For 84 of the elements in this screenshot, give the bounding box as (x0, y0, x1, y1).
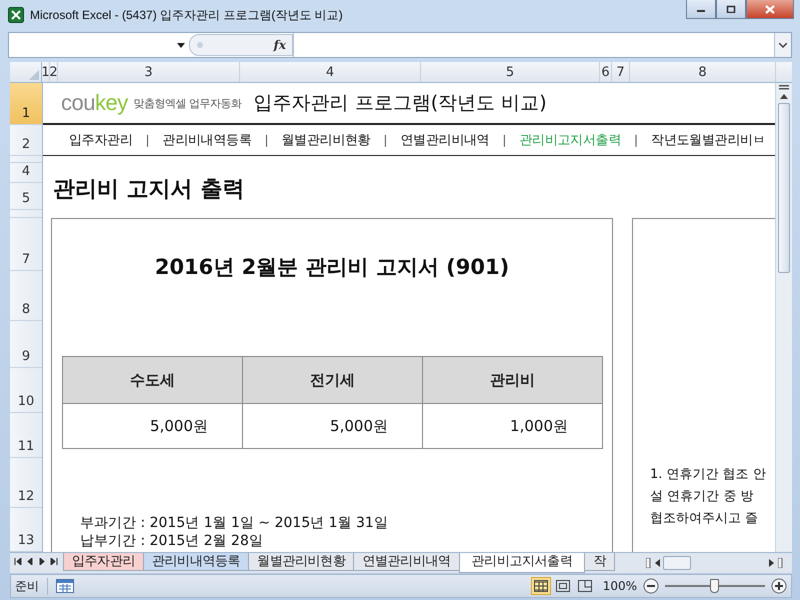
page-layout-icon (554, 579, 571, 593)
page-break-icon (576, 579, 593, 593)
sheet-tab[interactable]: 관리비내역등록 (143, 553, 250, 571)
nav-separator: | (146, 133, 150, 147)
grip-icon (196, 41, 204, 49)
status-text: 준비 (15, 578, 48, 594)
expand-formula-button[interactable] (774, 33, 791, 57)
sheet-tab[interactable]: 작 (584, 553, 616, 571)
table-header-cell: 관리비 (422, 356, 602, 404)
scroll-thumb[interactable] (778, 103, 790, 273)
zoom-out-icon[interactable] (643, 578, 659, 594)
window-title: Microsoft Excel - (5437) 입주자관리 프로그램(작년도 비교) (30, 6, 344, 24)
table-header-cell: 수도세 (62, 356, 242, 404)
sheet-tab[interactable]: 연별관리비내역 (353, 553, 460, 571)
zoom-in-icon[interactable] (771, 578, 787, 594)
last-sheet-icon[interactable] (50, 558, 58, 565)
restore-button[interactable] (716, 0, 746, 19)
program-title: 입주자관리 프로그램(작년도 비교) (254, 91, 547, 116)
sheet-tab[interactable]: 월별관리비현황 (248, 553, 354, 571)
period-text: 부과기간 : 2015년 1월 1일 ~ 2015년 1월 31일 (80, 514, 389, 532)
table-cell: 5,000원 (62, 404, 242, 448)
period-text: 납부기간 : 2015년 2월 28일 (80, 532, 264, 550)
close-icon (765, 4, 775, 14)
column-header[interactable]: 3 (58, 62, 240, 82)
zoom-level[interactable]: 100% (602, 579, 637, 593)
vertical-scrollbar[interactable] (775, 83, 792, 552)
row-header[interactable]: 2 (10, 125, 42, 156)
scroll-left-icon[interactable] (654, 559, 660, 567)
minimize-button[interactable] (686, 0, 716, 19)
dropdown-caret-icon (177, 42, 185, 48)
tab-split-icon[interactable] (646, 558, 651, 568)
excel-app-icon (8, 7, 24, 23)
sheet-tab[interactable]: 관리비고지서출력 (458, 553, 586, 573)
insert-function-button[interactable]: fx (274, 38, 286, 52)
close-button[interactable] (746, 0, 794, 19)
row-header[interactable]: 7 (10, 218, 42, 271)
row-header[interactable]: 12 (10, 458, 42, 508)
column-header[interactable]: 8 (630, 62, 776, 82)
sheet-tab[interactable]: 입주자관리 (63, 553, 144, 571)
split-handle-icon[interactable] (778, 83, 790, 91)
row-header[interactable]: 9 (10, 321, 42, 368)
row-header[interactable]: 1 (10, 83, 42, 125)
nav-link[interactable]: 관리비내역등록 (162, 131, 252, 149)
note-text: 설 연휴기간 중 방 (650, 488, 754, 506)
note-text: 협조하여주시고 즐 (650, 510, 760, 528)
first-sheet-icon[interactable] (14, 558, 22, 565)
normal-view-icon (532, 579, 549, 593)
nav-separator: | (264, 133, 269, 147)
table-cell: 1,000원 (422, 404, 602, 448)
nav-link[interactable]: 연별관리비내역 (400, 131, 490, 149)
nav-link[interactable]: 입주자관리 (69, 131, 133, 149)
horizontal-scroll-thumb[interactable] (663, 556, 691, 570)
macro-record-icon[interactable] (56, 579, 74, 593)
brand-logo: coukey (61, 90, 128, 116)
table-header-cell: 전기세 (242, 356, 422, 404)
next-sheet-icon[interactable] (38, 558, 46, 565)
nav-separator: | (502, 133, 506, 147)
notice-title: 2016년 2월분 관리비 고지서 (901) (154, 254, 510, 281)
previous-sheet-icon[interactable] (26, 558, 34, 565)
column-header[interactable]: 1 (42, 62, 50, 82)
column-header[interactable]: 7 (612, 62, 630, 82)
page-heading: 관리비 고지서 출력 (52, 176, 246, 204)
chevron-down-icon (779, 42, 787, 48)
column-header[interactable]: 5 (421, 62, 600, 82)
column-header[interactable]: 4 (240, 62, 421, 82)
scroll-right-icon[interactable] (769, 559, 775, 567)
nav-link[interactable]: 월별관리비현황 (282, 131, 370, 149)
table-cell: 5,000원 (242, 404, 422, 448)
zoom-slider-thumb[interactable] (710, 579, 719, 593)
note-text: 1. 연휴기간 협조 안 (650, 466, 767, 484)
row-header[interactable]: 5 (10, 183, 42, 210)
split-handle-icon[interactable] (778, 558, 783, 568)
row-header[interactable]: 10 (10, 368, 42, 413)
row-header[interactable]: 4 (10, 163, 42, 183)
row-header[interactable]: 11 (10, 413, 42, 458)
column-header[interactable]: 6 (600, 62, 612, 82)
column-header[interactable]: 2 (50, 62, 58, 82)
nav-link[interactable]: 작년도월별관리비ㅂ (651, 131, 766, 149)
restore-icon (726, 5, 736, 13)
brand-tagline: 맞춤형엑셀 업무자동화 (134, 96, 242, 110)
nav-separator: | (634, 133, 638, 147)
view-button[interactable] (530, 577, 551, 595)
row-header[interactable]: 8 (10, 271, 42, 321)
nav-separator: | (383, 133, 388, 147)
